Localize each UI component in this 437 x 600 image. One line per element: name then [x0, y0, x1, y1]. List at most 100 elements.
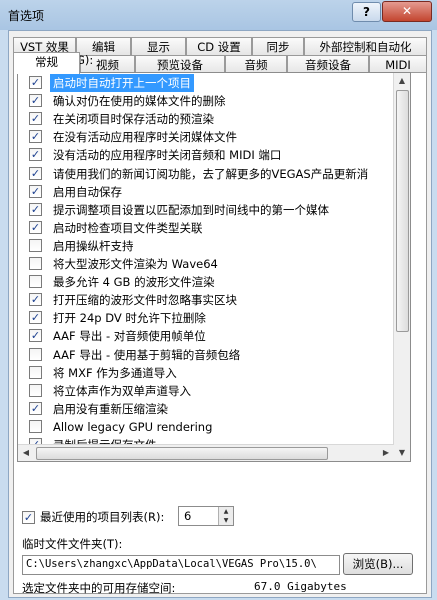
- option-row[interactable]: ✓ 启动时自动打开上一个项目: [18, 74, 390, 92]
- option-checkbox[interactable]: ✓: [29, 311, 42, 325]
- option-checkbox[interactable]: [29, 275, 42, 289]
- vertical-scrollbar[interactable]: ▲ ▼: [393, 73, 410, 461]
- tab-general[interactable]: 常规: [13, 52, 80, 74]
- option-checkbox[interactable]: ✓: [29, 148, 42, 162]
- option-label: Allow legacy GPU rendering: [53, 419, 213, 434]
- checkmark-icon: ✓: [30, 112, 41, 126]
- window-title: 首选项: [8, 9, 45, 23]
- option-row[interactable]: Allow legacy GPU rendering: [18, 418, 390, 436]
- option-row[interactable]: AAF 导出 - 使用基于剪辑的音频包络: [18, 346, 390, 364]
- option-checkbox[interactable]: ✓: [29, 76, 42, 89]
- option-label: 将大型波形文件渲染为 Wave64: [53, 257, 218, 271]
- option-checkbox[interactable]: [29, 419, 42, 433]
- option-checkbox[interactable]: [29, 383, 42, 397]
- option-row[interactable]: 将立体声作为双单声道导入: [18, 382, 390, 400]
- checkmark-icon: ✓: [30, 220, 41, 234]
- tab-cd-settings[interactable]: CD 设置: [186, 37, 252, 56]
- option-label: 启用没有重新压缩渲染: [53, 401, 168, 416]
- free-space-label: 选定文件夹中的可用存储空间:: [22, 581, 176, 595]
- recent-projects-count-stepper[interactable]: 6 ▲ ▼: [178, 506, 234, 526]
- option-checkbox[interactable]: [29, 238, 42, 252]
- option-label: 提示调整项目设置以匹配添加到时间线中的第一个媒体: [53, 202, 329, 217]
- option-checkbox[interactable]: ✓: [29, 130, 42, 144]
- stepper-up-icon[interactable]: ▲: [219, 507, 233, 516]
- option-row[interactable]: ✓ 在没有活动应用程序时关闭媒体文件: [18, 128, 390, 146]
- scroll-right-icon[interactable]: ▶: [378, 445, 394, 461]
- option-checkbox[interactable]: ✓: [29, 202, 42, 216]
- option-checkbox[interactable]: ✓: [29, 112, 42, 126]
- option-label: 启动时检查项目文件类型关联: [53, 220, 203, 235]
- horizontal-scrollbar[interactable]: ◀ ▶: [18, 444, 394, 461]
- option-row[interactable]: ✓ 打开压缩的波形文件时忽略事实区块: [18, 291, 390, 309]
- scroll-down-icon[interactable]: ▼: [394, 445, 410, 461]
- checkmark-icon: ✓: [30, 202, 41, 216]
- option-row[interactable]: ✓ 提示调整项目设置以匹配添加到时间线中的第一个媒体: [18, 201, 390, 219]
- checkmark-icon: ✓: [30, 311, 41, 325]
- option-row[interactable]: ✓ 启用没有重新压缩渲染: [18, 400, 390, 418]
- option-checkbox[interactable]: [29, 257, 42, 270]
- browse-button[interactable]: 浏览(B)...: [343, 553, 413, 575]
- option-label: 将 MXF 作为多通道导入: [53, 365, 177, 380]
- temp-folder-path-text: C:\Users\zhangxc\AppData\Local\VEGAS Pro…: [26, 558, 317, 570]
- scroll-up-icon[interactable]: ▲: [394, 73, 410, 89]
- stepper-buttons: ▲ ▼: [218, 507, 233, 525]
- scroll-left-icon[interactable]: ◀: [18, 445, 34, 461]
- option-row[interactable]: 最多允许 4 GB 的波形文件渲染: [18, 273, 390, 291]
- option-checkbox[interactable]: ✓: [29, 329, 42, 343]
- temp-folder-label: 临时文件文件夹(T):: [22, 537, 123, 551]
- horizontal-scroll-thumb[interactable]: [36, 447, 328, 460]
- close-button[interactable]: ✕: [382, 1, 432, 22]
- option-row[interactable]: ✓ AAF 导出 - 对音频使用帧单位: [18, 327, 390, 345]
- recent-projects-label: 最近使用的项目列表(R):: [40, 510, 165, 524]
- stepper-down-icon[interactable]: ▼: [219, 516, 233, 525]
- option-checkbox[interactable]: ✓: [29, 293, 42, 307]
- checkmark-icon: ✓: [30, 166, 41, 180]
- option-checkbox[interactable]: ✓: [29, 94, 42, 108]
- temp-folder-path-field[interactable]: C:\Users\zhangxc\AppData\Local\VEGAS Pro…: [22, 555, 340, 575]
- option-label: 在没有活动应用程序时关闭媒体文件: [53, 130, 237, 145]
- option-label: AAF 导出 - 使用基于剪辑的音频包络: [53, 347, 241, 362]
- checkmark-icon: ✓: [30, 329, 41, 343]
- free-space-value: 67.0 Gigabytes: [254, 580, 347, 593]
- option-checkbox[interactable]: ✓: [29, 220, 42, 234]
- tab-sync[interactable]: 同步: [252, 37, 304, 56]
- option-label: AAF 导出 - 对音频使用帧单位: [53, 329, 206, 344]
- option-label: 请使用我们的新闻订阅功能，去了解更多的VEGAS产品更新消: [53, 166, 369, 181]
- option-label: 没有活动的应用程序时关闭音频和 MIDI 端口: [53, 148, 282, 163]
- option-row[interactable]: ✓ 在关闭项目时保存活动的预渲染: [18, 110, 390, 128]
- option-label: 打开压缩的波形文件时忽略事实区块: [53, 293, 237, 308]
- title-bar: 首选项 ? ✕: [0, 0, 437, 30]
- option-row[interactable]: 启用操纵杆支持: [18, 237, 390, 255]
- option-row[interactable]: ✓ 启动时检查项目文件类型关联: [18, 219, 390, 237]
- option-row[interactable]: ✓ 请使用我们的新闻订阅功能，去了解更多的VEGAS产品更新消: [18, 165, 390, 183]
- checkmark-icon: ✓: [30, 293, 41, 307]
- vertical-scroll-thumb[interactable]: [396, 90, 409, 332]
- option-checkbox[interactable]: [29, 347, 42, 361]
- option-label: 确认对仍在使用的媒体文件的删除: [53, 94, 226, 109]
- checkmark-icon: ✓: [30, 184, 41, 198]
- tab-external-control[interactable]: 外部控制和自动化: [304, 37, 427, 56]
- checkmark-icon: ✓: [30, 94, 41, 108]
- recent-projects-checkbox[interactable]: ✓: [22, 511, 35, 524]
- checkmark-icon: ✓: [30, 76, 41, 89]
- option-label: 启用自动保存: [53, 184, 122, 199]
- help-button[interactable]: ?: [352, 2, 381, 22]
- tab-display[interactable]: 显示: [131, 37, 186, 56]
- checkmark-icon: ✓: [30, 130, 41, 144]
- option-label: 在关闭项目时保存活动的预渲染: [53, 112, 214, 127]
- option-row[interactable]: ✓ 打开 24p DV 时允许下拉删除: [18, 309, 390, 327]
- option-label: 启用操纵杆支持: [53, 238, 134, 253]
- option-row[interactable]: ✓ 没有活动的应用程序时关闭音频和 MIDI 端口: [18, 146, 390, 164]
- option-row[interactable]: 将大型波形文件渲染为 Wave64: [18, 255, 390, 273]
- option-row[interactable]: ✓ 确认对仍在使用的媒体文件的删除: [18, 92, 390, 110]
- checkmark-icon: ✓: [23, 511, 34, 524]
- option-row[interactable]: ✓ 启用自动保存: [18, 183, 390, 201]
- recent-projects-count-value[interactable]: 6: [184, 509, 191, 523]
- option-row[interactable]: 将 MXF 作为多通道导入: [18, 364, 390, 382]
- option-checkbox[interactable]: ✓: [29, 184, 42, 198]
- option-checkbox[interactable]: [29, 365, 42, 379]
- option-checkbox[interactable]: ✓: [29, 401, 42, 415]
- option-checkbox[interactable]: ✓: [29, 166, 42, 180]
- checkmark-icon: ✓: [30, 148, 41, 162]
- general-options-list[interactable]: ✓ 启动时自动打开上一个项目 ✓ 确认对仍在使用的媒体文件的删除 ✓ 在关闭项目时保存活动…: [17, 72, 411, 462]
